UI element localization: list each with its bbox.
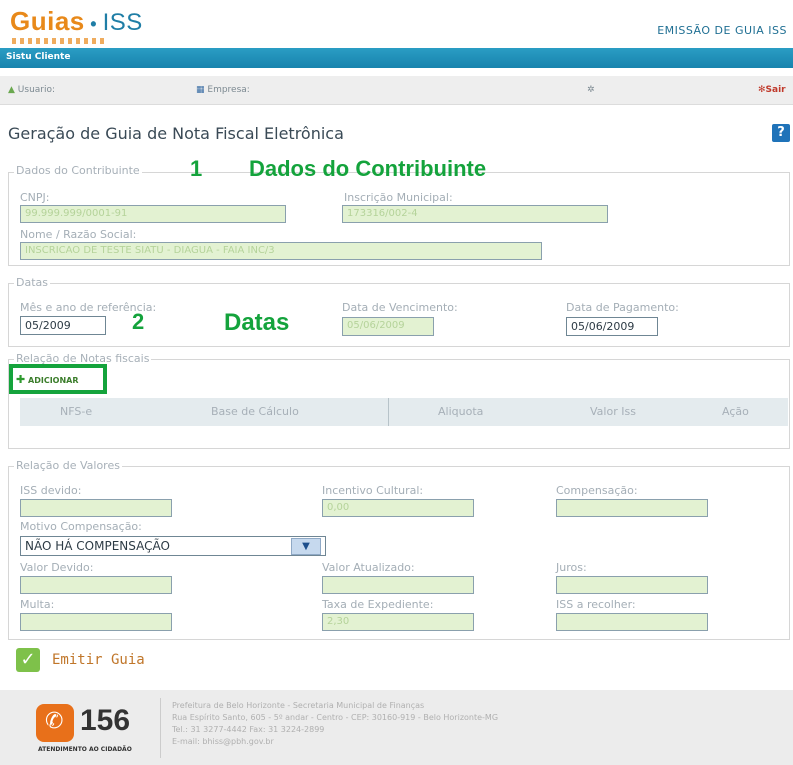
footer-line-1: Prefeitura de Belo Horizonte - Secretari… — [172, 701, 425, 710]
footer-line-4: E-mail: bhiss@pbh.gov.br — [172, 737, 274, 746]
notas-table-header — [20, 398, 788, 426]
logo-decoration — [12, 38, 107, 44]
taxa-expediente-label: Taxa de Expediente: — [322, 598, 434, 611]
inscricao-field[interactable]: 173316/002-4 — [342, 205, 608, 223]
juros-label: Juros: — [556, 561, 587, 574]
cnpj-label: CNPJ: — [20, 191, 50, 204]
motivo-compensacao-label: Motivo Compensação: — [20, 520, 142, 533]
juros-field[interactable] — [556, 576, 708, 594]
iss-recolher-label: ISS a recolher: — [556, 598, 636, 611]
iss-recolher-field[interactable] — [556, 613, 708, 631]
fieldset-datas — [8, 283, 790, 347]
vencimento-label: Data de Vencimento: — [342, 301, 458, 314]
settings-icon[interactable]: ✲ — [587, 85, 595, 95]
nav-link-client[interactable]: Sistu Cliente — [6, 52, 70, 62]
add-nota-label: ADICIONAR — [28, 376, 79, 385]
iss-devido-label: ISS devido: — [20, 484, 82, 497]
column-header-nfse: NFS-e — [60, 405, 93, 418]
footer-line-2: Rua Espírito Santo, 605 - 5º andar - Cen… — [172, 713, 499, 722]
taxa-expediente-field[interactable]: 2,30 — [322, 613, 474, 631]
logout-link[interactable]: ✻Sair — [758, 85, 786, 95]
chevron-down-icon[interactable]: ▼ — [291, 538, 321, 555]
logo-subtitle: ISS — [102, 9, 143, 36]
mes-referencia-field[interactable]: 05/2009 — [20, 316, 106, 335]
motivo-selected-value: NÃO HÁ COMPENSAÇÃO — [25, 539, 170, 553]
incentivo-label: Incentivo Cultural: — [322, 484, 424, 497]
column-header-acao: Ação — [722, 405, 749, 418]
company-icon: ▦ — [196, 85, 205, 95]
vencimento-field[interactable]: 05/06/2009 — [342, 317, 434, 336]
phone-icon: ✆ — [36, 704, 74, 742]
compensacao-field[interactable] — [556, 499, 708, 517]
pagamento-field[interactable]: 05/06/2009 — [566, 317, 658, 336]
motivo-compensacao-select[interactable]: NÃO HÁ COMPENSAÇÃO ▼ — [20, 536, 326, 556]
help-icon[interactable]: ? — [772, 124, 790, 142]
annotation-number-2: 2 — [132, 309, 145, 334]
column-divider — [388, 398, 389, 426]
valor-devido-label: Valor Devido: — [20, 561, 94, 574]
plus-icon: ✚ — [16, 373, 26, 386]
cnpj-field[interactable]: 99.999.999/0001-91 — [20, 205, 286, 223]
column-header-valor-iss: Valor Iss — [590, 405, 636, 418]
phone-number: 156 — [80, 704, 131, 737]
incentivo-field[interactable]: 0,00 — [322, 499, 474, 517]
legend-valores: Relação de Valores — [14, 459, 122, 472]
legend-contribuinte: Dados do Contribuinte — [14, 164, 142, 177]
user-info: ▲ Usuario: — [8, 85, 55, 95]
inscricao-label: Inscrição Municipal: — [344, 191, 453, 204]
add-nota-button[interactable]: ✚ ADICIONAR — [16, 373, 79, 386]
user-label: Usuario: — [17, 85, 56, 95]
annotation-datas: Datas — [224, 309, 290, 336]
valor-devido-field[interactable] — [20, 576, 172, 594]
valor-atualizado-label: Valor Atualizado: — [322, 561, 415, 574]
annotation-number-1: 1 — [190, 156, 203, 181]
nome-field[interactable]: INSCRICAO DE TESTE SIATU - DIAGUA - FAIA… — [20, 242, 542, 260]
legend-datas: Datas — [14, 276, 50, 289]
user-icon: ▲ — [8, 85, 15, 95]
company-label: Empresa: — [207, 85, 250, 95]
iss-devido-field[interactable] — [20, 499, 172, 517]
phone-caption: ATENDIMENTO AO CIDADÃO — [38, 746, 132, 753]
column-header-aliquota: Aliquota — [438, 405, 484, 418]
footer: ✆ 156 ATENDIMENTO AO CIDADÃO Prefeitura … — [0, 690, 793, 765]
logout-label: Sair — [765, 85, 786, 95]
footer-line-3: Tel.: 31 3277-4442 Fax: 31 3224-2899 — [172, 725, 325, 734]
check-icon: ✓ — [16, 648, 40, 672]
emitir-guia-label: Emitir Guia — [52, 652, 145, 668]
top-nav-bar: Sistu Cliente — [0, 48, 793, 68]
valor-atualizado-field[interactable] — [322, 576, 474, 594]
page-title: Geração de Guia de Nota Fiscal Eletrônic… — [8, 124, 344, 143]
company-info: ▦ Empresa: — [196, 85, 250, 95]
logo-dot: • — [84, 14, 103, 34]
multa-label: Multa: — [20, 598, 55, 611]
compensacao-label: Compensação: — [556, 484, 638, 497]
nome-label: Nome / Razão Social: — [20, 228, 137, 241]
footer-divider — [160, 698, 161, 758]
logo-text: Guias — [10, 6, 85, 36]
annotation-dados-contribuinte: Dados do Contribuinte — [249, 156, 487, 181]
logout-icon: ✻ — [758, 85, 766, 95]
multa-field[interactable] — [20, 613, 172, 631]
info-bar: ▲ Usuario: ▦ Empresa: ✲ ✻Sair — [0, 76, 793, 105]
pagamento-label: Data de Pagamento: — [566, 301, 679, 314]
header-title: EMISSÃO DE GUIA ISS — [657, 24, 787, 37]
logo: Guias • ISS — [10, 6, 143, 37]
column-header-base-calculo: Base de Cálculo — [211, 405, 299, 418]
